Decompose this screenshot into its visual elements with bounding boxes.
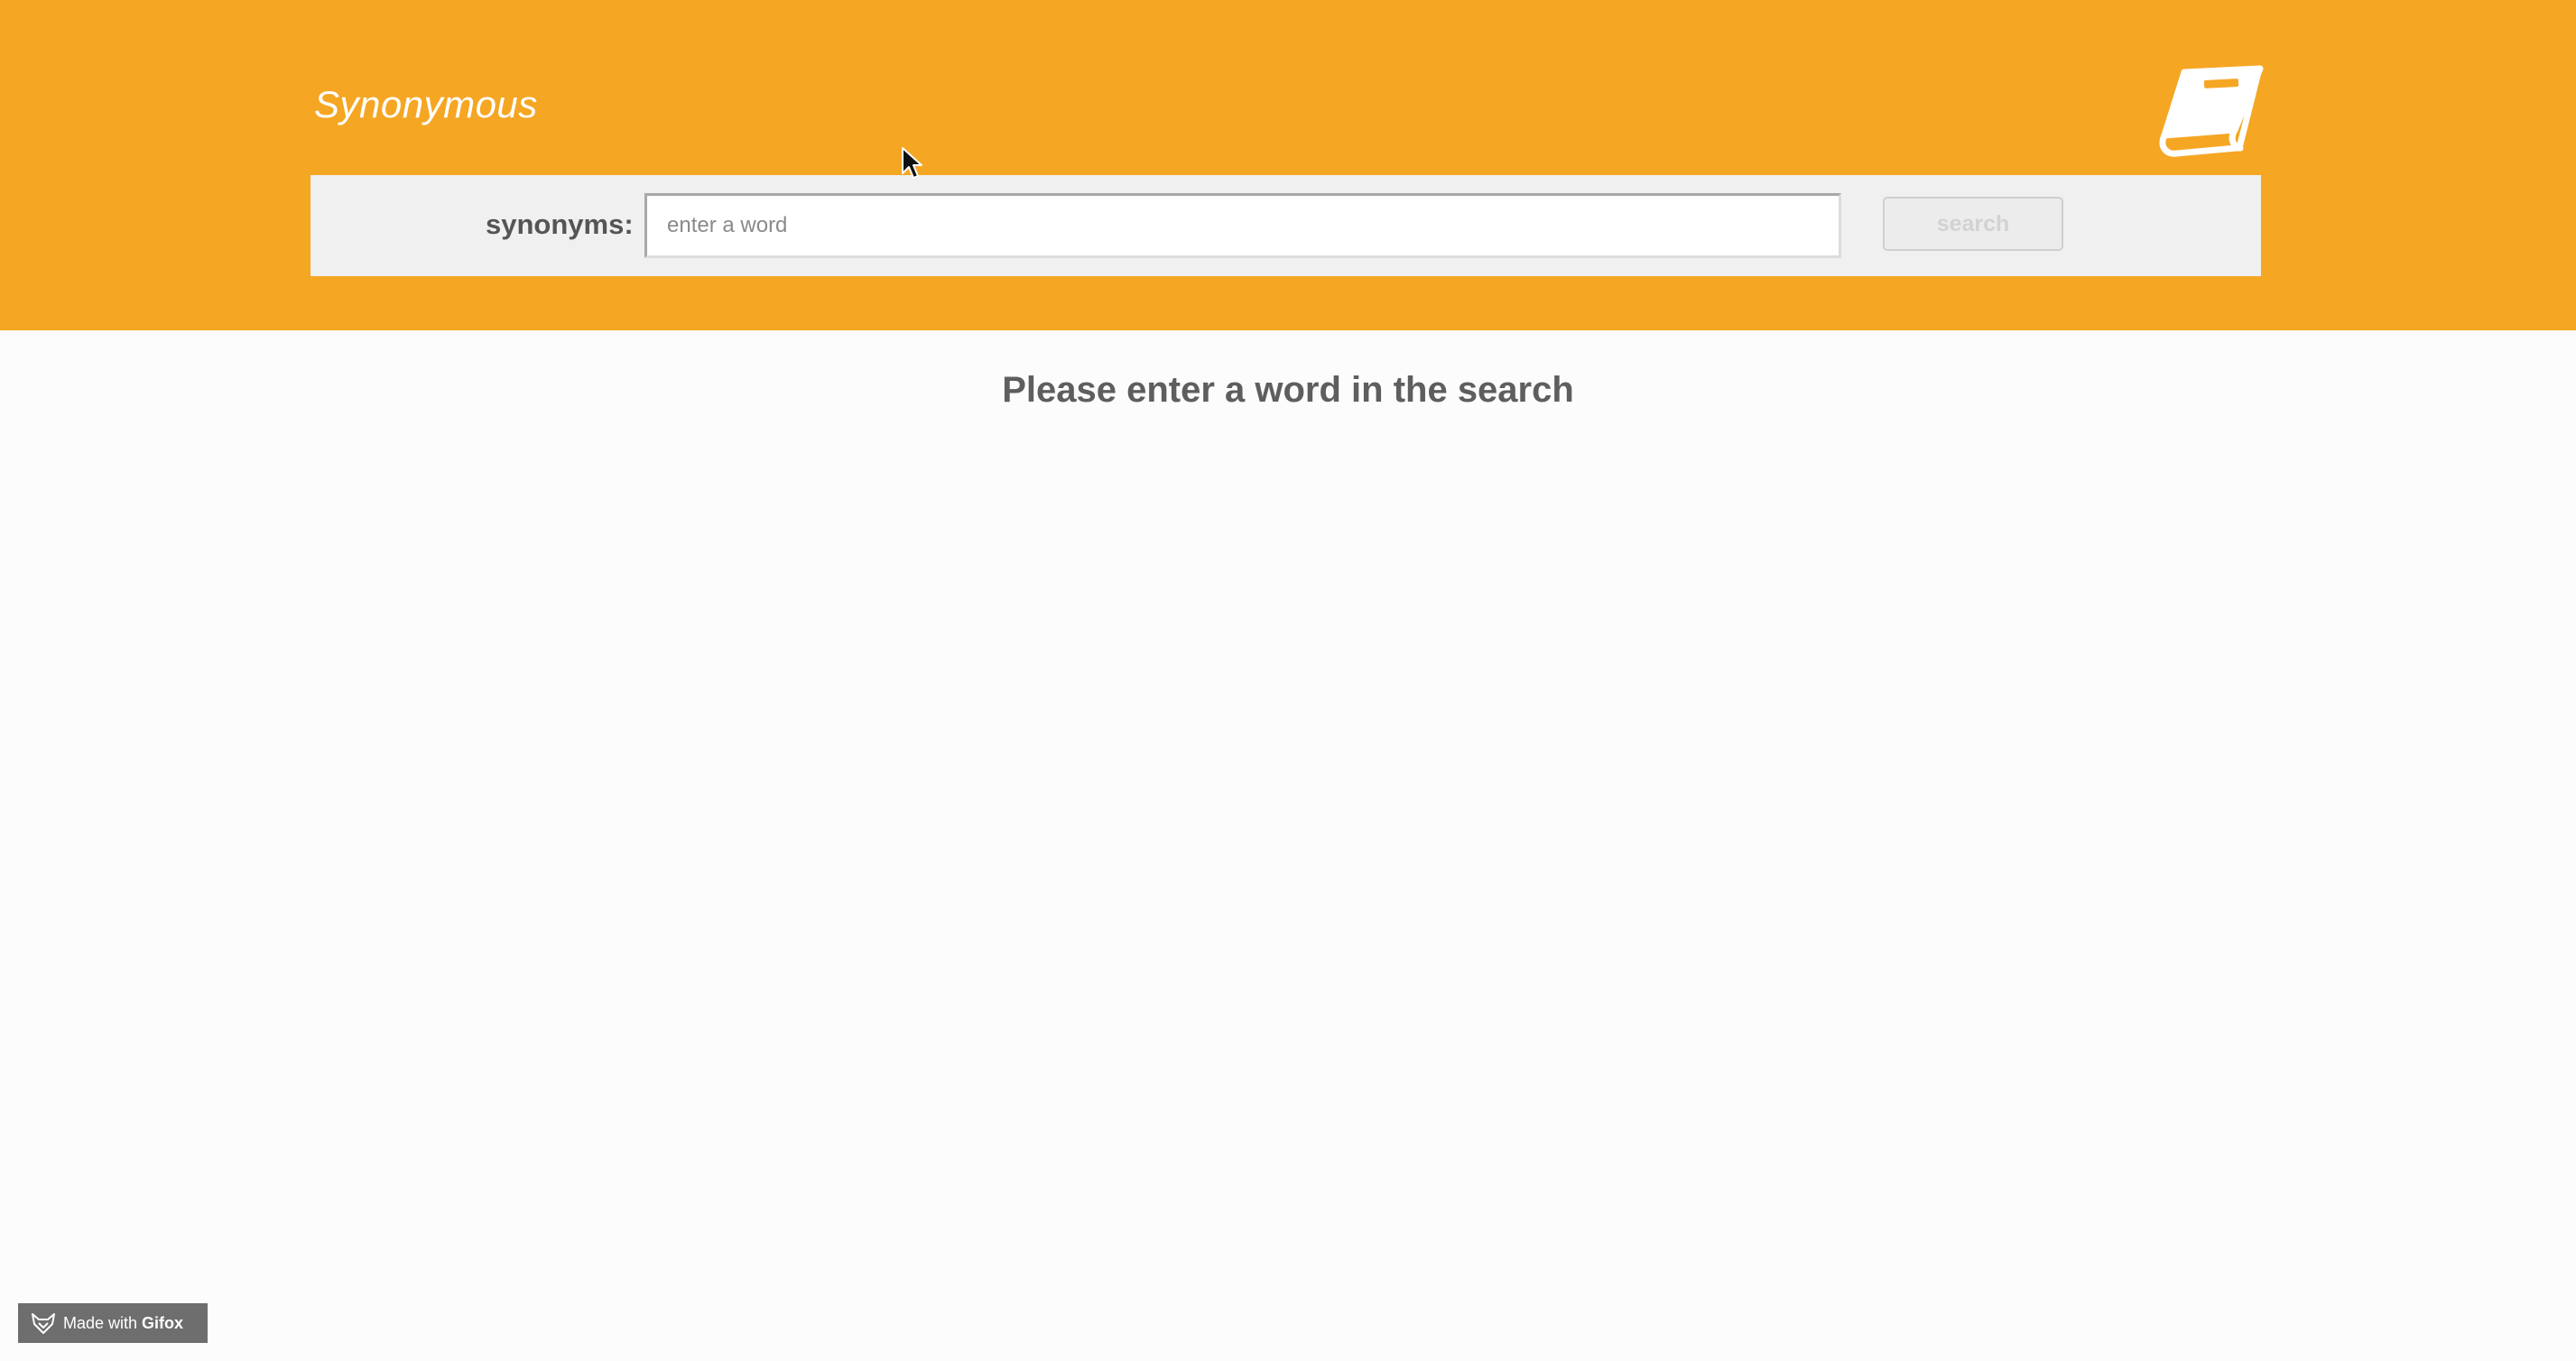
- search-label: synonyms:: [486, 208, 634, 240]
- search-bar: synonyms: search: [310, 175, 2261, 276]
- app-header: Synonymous synonyms: search: [0, 0, 2576, 330]
- search-input[interactable]: [644, 193, 1841, 258]
- search-button[interactable]: search: [1883, 197, 2063, 251]
- app-title: Synonymous: [314, 83, 538, 125]
- empty-state-message: Please enter a word in the search: [1002, 370, 1574, 410]
- gifox-badge[interactable]: Made with Gifox: [18, 1303, 208, 1343]
- badge-brand: Gifox: [142, 1314, 184, 1332]
- badge-prefix: Made with: [63, 1314, 143, 1332]
- book-icon: [2159, 65, 2264, 157]
- fox-icon: [32, 1313, 55, 1334]
